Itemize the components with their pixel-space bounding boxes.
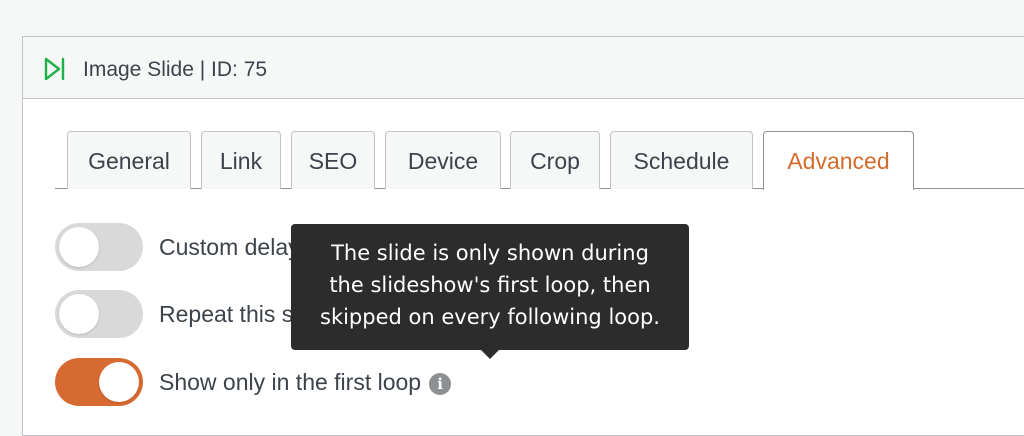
- tab-seo[interactable]: SEO: [291, 131, 375, 189]
- tooltip: The slide is only shown during the slide…: [291, 224, 689, 350]
- tooltip-line: The slide is only shown during: [331, 241, 649, 265]
- first-loop-label: Show only in the first loop: [159, 369, 422, 395]
- tab-device[interactable]: Device: [385, 131, 501, 189]
- first-loop-toggle[interactable]: [55, 358, 143, 406]
- tooltip-line: the slideshow's first loop, then: [329, 273, 651, 297]
- tab-bar: General Link SEO Device Crop Schedule Ad…: [55, 131, 1024, 190]
- tab-general[interactable]: General: [67, 131, 191, 189]
- tooltip-line: skipped on every following loop.: [320, 305, 660, 329]
- toggle-knob: [59, 294, 99, 334]
- toggle-knob: [59, 227, 99, 267]
- custom-delay-toggle[interactable]: [55, 223, 143, 271]
- tab-link[interactable]: Link: [201, 131, 281, 189]
- tab-crop[interactable]: Crop: [510, 131, 600, 189]
- tab-schedule[interactable]: Schedule: [610, 131, 753, 189]
- panel-title: Image Slide | ID: 75: [83, 58, 268, 81]
- repeat-slide-toggle[interactable]: [55, 290, 143, 338]
- info-icon[interactable]: i: [429, 373, 452, 395]
- slide-play-icon: [44, 57, 65, 81]
- toggle-knob: [99, 362, 139, 402]
- tooltip-arrow: [481, 350, 499, 359]
- panel-header: Image Slide | ID: 75: [23, 37, 1024, 99]
- tab-advanced[interactable]: Advanced: [763, 131, 914, 190]
